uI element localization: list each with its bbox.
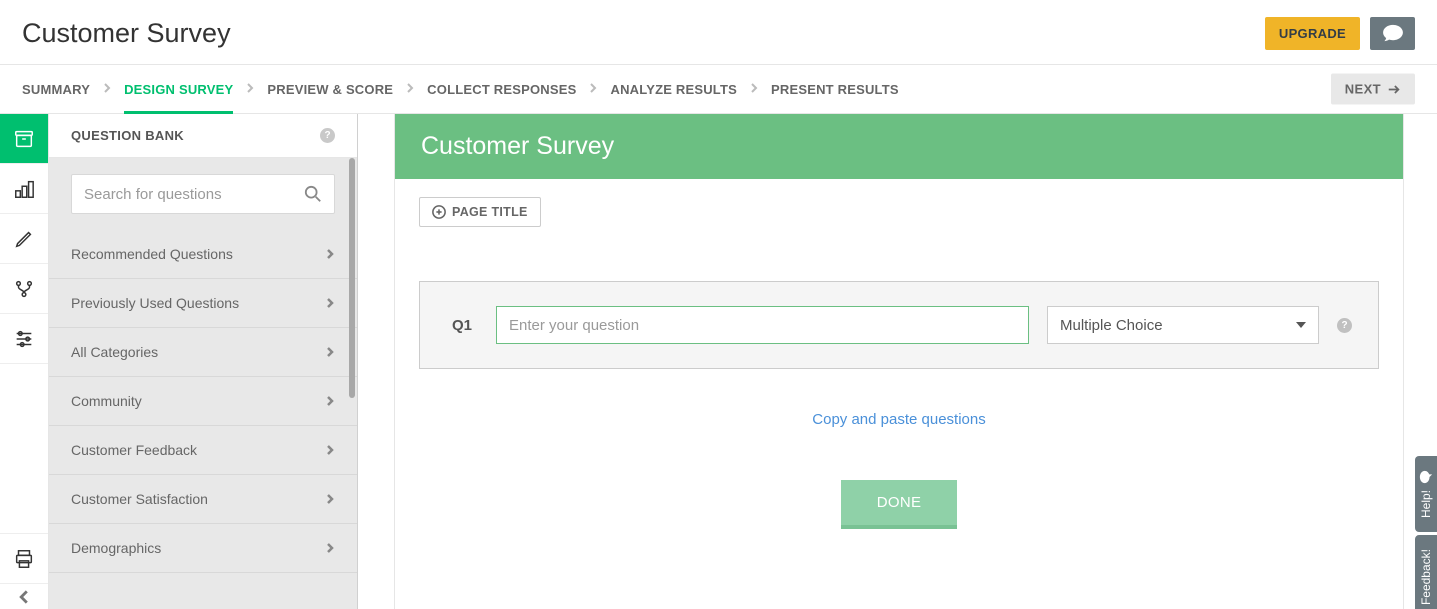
category-label: Customer Feedback xyxy=(71,442,197,458)
help-tab-label: Help! xyxy=(1419,490,1433,518)
category-recommended-questions[interactable]: Recommended Questions xyxy=(49,230,357,279)
printer-icon xyxy=(13,548,35,570)
question-input[interactable] xyxy=(496,306,1029,344)
sidebar-scroll: Recommended Questions Previously Used Qu… xyxy=(49,158,357,609)
chevron-right-icon xyxy=(749,80,759,98)
category-customer-satisfaction[interactable]: Customer Satisfaction xyxy=(49,475,357,524)
feedback-tab[interactable]: Feedback! xyxy=(1415,535,1437,609)
help-icon[interactable]: ? xyxy=(320,128,335,143)
header-actions: UPGRADE xyxy=(1265,17,1415,50)
chevron-right-icon xyxy=(325,396,335,406)
sliders-icon xyxy=(13,328,35,350)
next-button[interactable]: NEXT xyxy=(1331,74,1415,105)
next-button-label: NEXT xyxy=(1345,82,1381,97)
chevron-right-icon xyxy=(102,80,112,98)
chevron-right-icon xyxy=(405,80,415,98)
category-label: Customer Satisfaction xyxy=(71,491,208,507)
chevron-right-icon xyxy=(325,543,335,553)
branch-icon xyxy=(13,278,35,300)
tab-preview-score[interactable]: PREVIEW & SCORE xyxy=(267,66,393,113)
plus-circle-icon xyxy=(432,205,446,219)
chevron-right-icon xyxy=(325,347,335,357)
chevron-left-icon xyxy=(17,590,31,604)
category-label: Community xyxy=(71,393,142,409)
chevron-right-icon xyxy=(588,80,598,98)
left-rail xyxy=(0,114,49,609)
survey-title-bar[interactable]: Customer Survey xyxy=(395,114,1403,179)
speech-bubble-icon xyxy=(1382,24,1404,42)
category-label: Demographics xyxy=(71,540,161,556)
page-title-button[interactable]: PAGE TITLE xyxy=(419,197,541,227)
category-customer-feedback[interactable]: Customer Feedback xyxy=(49,426,357,475)
category-demographics[interactable]: Demographics xyxy=(49,524,357,573)
search-icon xyxy=(304,185,322,203)
category-label: Recommended Questions xyxy=(71,246,233,262)
sidebar: QUESTION BANK ? Recommended Questions Pr… xyxy=(49,114,358,609)
question-number: Q1 xyxy=(452,317,478,334)
rail-options[interactable] xyxy=(0,314,48,364)
rail-collapse[interactable] xyxy=(0,583,48,609)
chevron-right-icon xyxy=(245,80,255,98)
sidebar-head: QUESTION BANK ? xyxy=(49,114,357,158)
question-type-label: Multiple Choice xyxy=(1060,317,1163,334)
pencil-icon xyxy=(13,228,35,250)
rail-bottom xyxy=(0,533,48,609)
tab-collect-responses[interactable]: COLLECT RESPONSES xyxy=(427,66,576,113)
search-input[interactable] xyxy=(84,186,304,203)
question-card: Q1 Multiple Choice ? xyxy=(419,281,1379,369)
help-tab[interactable]: Help! xyxy=(1415,456,1437,532)
help-icon[interactable]: ? xyxy=(1337,318,1352,333)
rail-top xyxy=(0,114,48,364)
page-title-label: PAGE TITLE xyxy=(452,205,528,219)
tab-summary[interactable]: SUMMARY xyxy=(22,66,90,113)
rail-question-bank[interactable] xyxy=(0,114,48,164)
chat-button[interactable] xyxy=(1370,17,1415,50)
top-header: Customer Survey UPGRADE xyxy=(0,0,1437,65)
nav-tabs: SUMMARY DESIGN SURVEY PREVIEW & SCORE CO… xyxy=(0,65,1437,114)
sidebar-title: QUESTION BANK xyxy=(71,128,184,143)
search-wrap xyxy=(49,158,357,230)
builder-icon xyxy=(13,178,35,200)
chevron-right-icon xyxy=(325,494,335,504)
category-label: All Categories xyxy=(71,344,158,360)
tab-design-survey[interactable]: DESIGN SURVEY xyxy=(124,66,233,113)
body: QUESTION BANK ? Recommended Questions Pr… xyxy=(0,114,1437,609)
caret-down-icon xyxy=(1296,320,1306,330)
category-label: Previously Used Questions xyxy=(71,295,239,311)
rail-logic[interactable] xyxy=(0,264,48,314)
scrollbar[interactable] xyxy=(349,158,355,398)
category-all-categories[interactable]: All Categories xyxy=(49,328,357,377)
chevron-right-icon xyxy=(325,445,335,455)
rail-appearance[interactable] xyxy=(0,214,48,264)
page-title: Customer Survey xyxy=(22,18,231,49)
chevron-right-icon xyxy=(325,249,335,259)
copy-paste-link[interactable]: Copy and paste questions xyxy=(419,411,1379,428)
rail-print[interactable] xyxy=(0,533,48,583)
tab-present-results[interactable]: PRESENT RESULTS xyxy=(771,66,899,113)
rail-builder[interactable] xyxy=(0,164,48,214)
arrow-right-icon xyxy=(1387,82,1401,96)
chevron-right-icon xyxy=(325,298,335,308)
question-type-select[interactable]: Multiple Choice xyxy=(1047,306,1319,344)
main-inner: Customer Survey PAGE TITLE Q1 Multiple C… xyxy=(394,114,1404,609)
category-community[interactable]: Community xyxy=(49,377,357,426)
tab-analyze-results[interactable]: ANALYZE RESULTS xyxy=(610,66,737,113)
category-previously-used-questions[interactable]: Previously Used Questions xyxy=(49,279,357,328)
done-button[interactable]: DONE xyxy=(841,480,958,529)
search-box[interactable] xyxy=(71,174,335,214)
main: Customer Survey PAGE TITLE Q1 Multiple C… xyxy=(358,114,1437,609)
feedback-tab-label: Feedback! xyxy=(1419,549,1433,605)
main-body: PAGE TITLE Q1 Multiple Choice ? Copy and… xyxy=(395,179,1403,547)
upgrade-button[interactable]: UPGRADE xyxy=(1265,17,1360,50)
speech-bubble-icon xyxy=(1419,470,1433,484)
archive-icon xyxy=(13,128,35,150)
